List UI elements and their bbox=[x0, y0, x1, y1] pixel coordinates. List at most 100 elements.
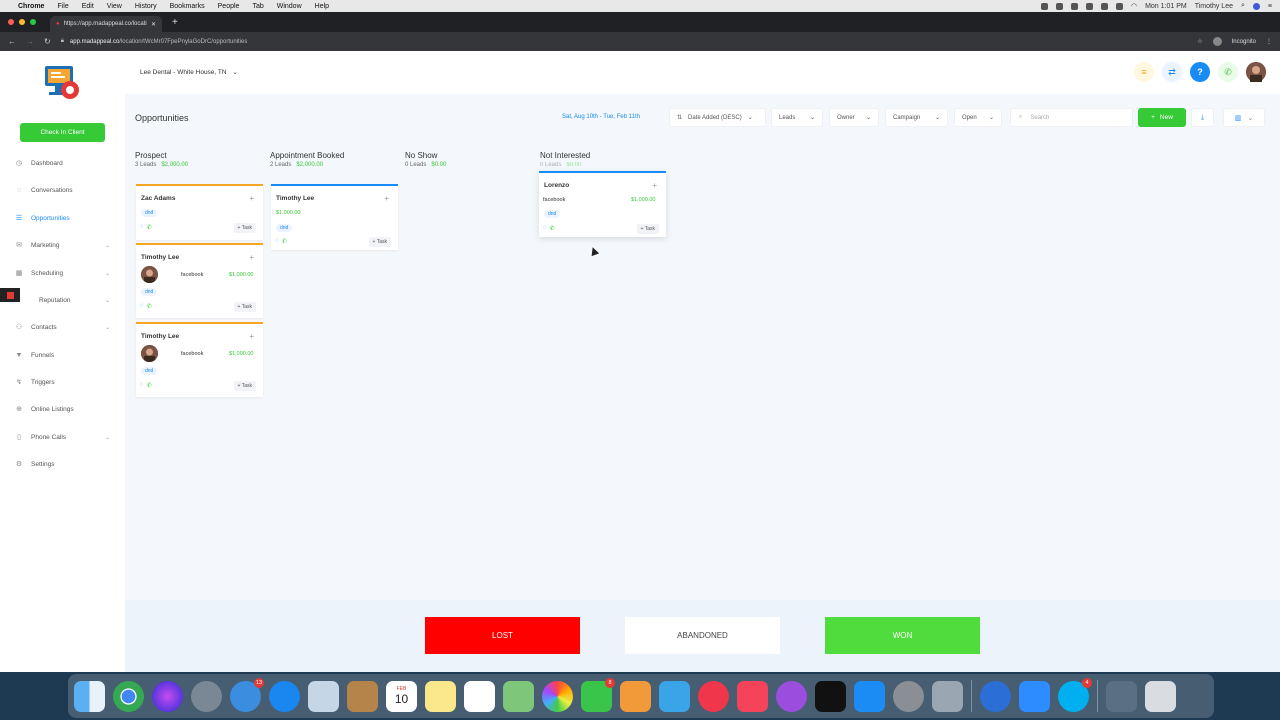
notes-icon[interactable] bbox=[425, 680, 456, 712]
downloads-folder-icon[interactable] bbox=[1106, 680, 1137, 712]
sidebar-item-reputation[interactable]: Reputation ⌄ bbox=[0, 288, 125, 312]
status-icon[interactable] bbox=[1040, 2, 1048, 10]
mail-icon[interactable] bbox=[308, 680, 339, 712]
zoom-window-button[interactable] bbox=[30, 19, 36, 25]
check-in-client-button[interactable]: Check In Client bbox=[20, 123, 105, 142]
numbers-icon[interactable] bbox=[659, 680, 690, 712]
download-button[interactable]: ⤓ bbox=[1191, 108, 1214, 127]
photos-icon[interactable] bbox=[542, 680, 573, 712]
news-icon[interactable] bbox=[698, 680, 729, 712]
menu-edit[interactable]: Edit bbox=[82, 3, 94, 10]
contact-name[interactable]: Timothy Lee bbox=[141, 333, 179, 340]
phone-icon[interactable]: ✆ bbox=[147, 224, 152, 231]
phone-icon[interactable]: ✆ bbox=[147, 303, 152, 310]
close-tab-icon[interactable]: ✕ bbox=[151, 21, 156, 28]
user-avatar[interactable] bbox=[1246, 62, 1266, 82]
browser-tab[interactable]: ● https://app.madappeal.co/locati ✕ bbox=[50, 16, 162, 32]
status-icon[interactable] bbox=[1115, 2, 1123, 10]
add-icon[interactable]: + bbox=[249, 332, 254, 341]
vpn-icon[interactable] bbox=[980, 680, 1011, 712]
search-input[interactable]: ⌕ Search bbox=[1010, 108, 1133, 127]
lost-drop-zone[interactable]: LOST bbox=[425, 617, 580, 654]
menu-view[interactable]: View bbox=[107, 3, 122, 10]
menubar-user[interactable]: Timothy Lee bbox=[1195, 3, 1233, 10]
contact-name[interactable]: Timothy Lee bbox=[141, 254, 179, 261]
wifi-icon[interactable]: ◠ bbox=[1131, 2, 1137, 10]
trash-icon[interactable] bbox=[1145, 680, 1176, 712]
sidebar-item-dashboard[interactable]: ◷ Dashboard bbox=[0, 151, 125, 175]
status-icon[interactable] bbox=[1100, 2, 1108, 10]
calendar-icon[interactable]: FEB 10 bbox=[386, 680, 417, 712]
help-icon[interactable]: ? bbox=[1190, 62, 1210, 82]
chrome-icon[interactable] bbox=[113, 680, 144, 712]
contacts-icon[interactable] bbox=[347, 680, 378, 712]
zoom-icon[interactable] bbox=[1019, 680, 1050, 712]
safari-icon[interactable] bbox=[269, 680, 300, 712]
menu-history[interactable]: History bbox=[135, 3, 157, 10]
location-switcher[interactable]: Lee Dental - White House, TN ⌄ bbox=[140, 68, 238, 76]
siri-icon[interactable] bbox=[152, 680, 183, 712]
menu-people[interactable]: People bbox=[218, 3, 240, 10]
phone-icon[interactable]: ✆ bbox=[1218, 62, 1238, 82]
sidebar-item-triggers[interactable]: ↯ Triggers bbox=[0, 370, 125, 394]
owner-dropdown[interactable]: Owner ⌄ bbox=[829, 108, 879, 127]
contact-name[interactable]: Timothy Lee bbox=[276, 195, 314, 202]
view-toggle[interactable]: ▥ ⌄ bbox=[1223, 108, 1265, 127]
sidebar-item-marketing[interactable]: ✉ Marketing ⌄ bbox=[0, 233, 125, 257]
sidebar-item-settings[interactable]: ⚙ Settings bbox=[0, 452, 125, 476]
menu-tab[interactable]: Tab bbox=[252, 3, 263, 10]
date-range-picker[interactable]: Sat, Aug 10th - Tue, Feb 11th bbox=[562, 114, 640, 120]
menu-file[interactable]: File bbox=[57, 3, 68, 10]
sidebar-item-online-listings[interactable]: ⊕ Online Listings bbox=[0, 397, 125, 421]
phone-icon[interactable]: ✆ bbox=[550, 225, 555, 232]
add-task-button[interactable]: + Task bbox=[233, 381, 256, 391]
list-icon[interactable]: ≡ bbox=[1134, 62, 1154, 82]
menu-window[interactable]: Window bbox=[277, 3, 302, 10]
forward-icon[interactable]: → bbox=[26, 37, 34, 46]
sidebar-item-conversations[interactable]: ◌ Conversations bbox=[0, 178, 125, 202]
sidebar-item-scheduling[interactable]: ▦ Scheduling ⌄ bbox=[0, 261, 125, 285]
facetime-icon[interactable]: 8 bbox=[581, 677, 615, 712]
podcasts-icon[interactable] bbox=[776, 680, 807, 712]
won-drop-zone[interactable]: WON bbox=[825, 617, 980, 654]
status-icon[interactable] bbox=[1070, 2, 1078, 10]
contact-name[interactable]: Zac Adams bbox=[141, 195, 175, 202]
messages-icon[interactable]: 13 bbox=[230, 677, 264, 712]
opportunity-card[interactable]: Timothy Lee + facebook $1,000.00 dnd ◌ ✆ … bbox=[136, 243, 263, 318]
status-dropdown[interactable]: Open ⌄ bbox=[954, 108, 1002, 127]
close-window-button[interactable] bbox=[8, 19, 14, 25]
chat-icon[interactable]: ◌ bbox=[275, 238, 279, 245]
add-icon[interactable]: + bbox=[249, 194, 254, 203]
system-preferences-icon[interactable] bbox=[893, 680, 924, 712]
sort-dropdown[interactable]: ⇅ Date Added (DESC) ⌄ bbox=[669, 108, 766, 127]
sidebar-item-contacts[interactable]: ⚇ Contacts ⌄ bbox=[0, 315, 125, 339]
contact-name[interactable]: Lorenzo bbox=[544, 182, 569, 189]
spotlight-icon[interactable]: ⌕ bbox=[1241, 2, 1245, 10]
reminders-icon[interactable] bbox=[464, 680, 495, 712]
add-icon[interactable]: + bbox=[384, 194, 389, 203]
back-icon[interactable]: ← bbox=[8, 37, 16, 46]
opportunity-card[interactable]: Timothy Lee + $1,000.00 dnd ◌ ✆ + Task bbox=[271, 184, 398, 250]
opportunity-card[interactable]: Timothy Lee + facebook $1,000.00 dnd ◌ ✆ … bbox=[136, 322, 263, 397]
reload-icon[interactable]: ↻ bbox=[44, 37, 51, 46]
minimize-window-button[interactable] bbox=[19, 19, 25, 25]
switch-icon[interactable]: ⇄ bbox=[1162, 62, 1182, 82]
status-icon[interactable] bbox=[1085, 2, 1093, 10]
phone-icon[interactable]: ✆ bbox=[147, 382, 152, 389]
finder-icon[interactable] bbox=[74, 680, 105, 712]
new-tab-button[interactable]: + bbox=[172, 17, 178, 28]
sidebar-item-opportunities[interactable]: ☰ Opportunities bbox=[0, 206, 125, 230]
more-menu-icon[interactable]: ⋮ bbox=[1266, 38, 1272, 45]
bookmark-star-icon[interactable]: ☆ bbox=[1197, 38, 1202, 45]
launchpad-icon[interactable] bbox=[191, 680, 222, 712]
campaign-dropdown[interactable]: Campaign ⌄ bbox=[885, 108, 948, 127]
add-task-button[interactable]: + Task bbox=[233, 302, 256, 312]
sidebar-item-funnels[interactable]: ▼ Funnels bbox=[0, 343, 125, 367]
new-opportunity-button[interactable]: + New bbox=[1138, 108, 1186, 127]
pipeline-dropdown[interactable]: Leads ⌄ bbox=[771, 108, 823, 127]
siri-icon[interactable] bbox=[1252, 2, 1260, 10]
skype-icon[interactable]: 4 bbox=[1058, 677, 1092, 712]
opportunity-card[interactable]: Zac Adams + dnd ◌ ✆ + Task bbox=[136, 184, 263, 240]
add-task-button[interactable]: + Task bbox=[233, 223, 256, 233]
add-task-button[interactable]: + Task bbox=[368, 237, 391, 247]
